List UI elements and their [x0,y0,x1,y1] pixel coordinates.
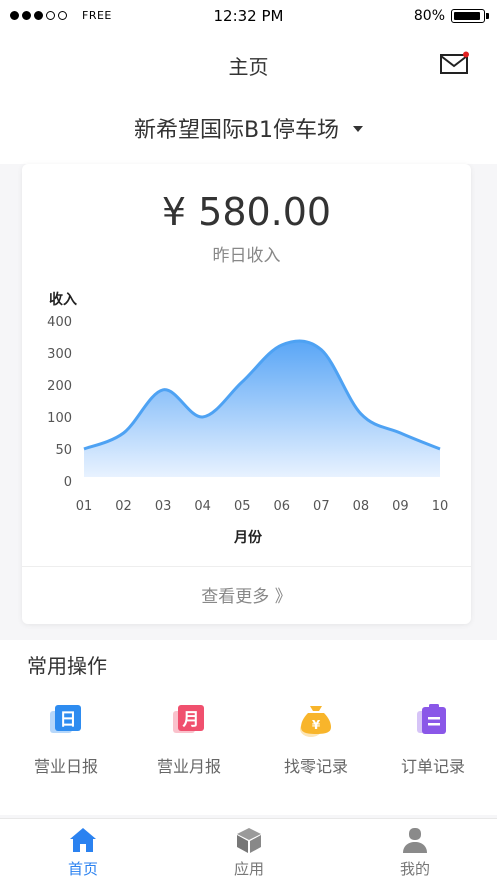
change-record-icon: ¥ [297,702,335,740]
tab-home-label: 首页 [67,860,98,878]
page-title: 主页 [228,55,269,79]
x-tick-label: 09 [392,499,409,514]
svg-text:日: 日 [60,710,77,730]
revenue-amount: ¥ 580.00 [161,190,332,234]
y-tick-label: 50 [55,443,72,458]
x-tick-label: 04 [194,499,211,514]
home-icon [68,826,98,854]
store-selector[interactable]: 新希望国际B1停车场 [0,92,497,164]
y-tick-label: 400 [47,315,72,330]
change-record-button[interactable]: ¥ 找零记录 [254,702,378,777]
order-record-button[interactable]: 订单记录 [371,702,495,777]
tab-profile-label: 我的 [399,860,430,878]
x-tick-label: 01 [76,499,93,514]
x-axis-label: 月份 [233,529,263,546]
x-tick-label: 06 [274,499,291,514]
tab-bar: 首页 应用 我的 [0,818,497,883]
battery-icon [451,9,489,23]
monthly-report-button[interactable]: 月 营业月报 [127,702,251,777]
revenue-chart: 收入 400300200100500 01 02 03 04 05 06 07 08 09 10 … [47,291,449,546]
store-name: 新希望国际B1停车场 [133,118,340,143]
messages-button[interactable] [440,51,470,75]
quick-ops-title: 常用操作 [27,654,107,678]
svg-text:¥: ¥ [312,718,321,732]
revenue-card: ¥ 580.00 昨日收入 收入 400 300 200 100 50 0 01 02 03 0… [22,164,471,624]
caret-down-icon [353,126,364,132]
tab-home[interactable]: 首页 [0,819,166,883]
notification-dot [463,51,469,58]
order-record-icon [414,702,452,740]
nav-bar: 主页 [0,32,497,92]
card-divider [22,566,471,567]
x-tick-label: 05 [234,499,251,514]
monthly-report-label: 营业月报 [156,757,221,776]
order-record-label: 订单记录 [400,757,465,776]
x-tick-label: 07 [313,499,330,514]
apps-box-icon [234,826,264,854]
battery-percent: 80% [413,8,445,24]
y-tick-label: 200 [47,379,72,394]
view-more-link[interactable]: 查看更多 》 [22,582,471,607]
daily-report-icon: 日 [47,702,85,740]
x-tick-label: 08 [353,499,370,514]
quick-ops-section: 常用操作 日 营业日报 月 营业月报 ¥ 找零记录 订单记录 [0,640,497,815]
y-tick-label: 100 [47,411,72,426]
daily-report-label: 营业日报 [33,757,98,776]
x-tick-label: 03 [155,499,172,514]
x-tick-label: 10 [432,499,449,514]
profile-icon [400,826,430,854]
status-bar: FREE 12:32 PM 80% [0,0,497,32]
mail-icon [440,51,469,74]
tab-apps-label: 应用 [233,860,264,878]
svg-text:月: 月 [182,710,200,730]
monthly-report-icon: 月 [170,702,208,740]
y-axis-label: 收入 [49,291,77,308]
tab-apps[interactable]: 应用 [166,819,332,883]
revenue-label: 昨日收入 [212,246,281,266]
x-tick-label: 02 [115,499,132,514]
daily-report-button[interactable]: 日 营业日报 [4,702,128,777]
change-record-label: 找零记录 [283,757,348,776]
y-tick-label: 0 [64,475,72,490]
y-tick-label: 300 [47,347,72,362]
tab-profile[interactable]: 我的 [332,819,497,883]
